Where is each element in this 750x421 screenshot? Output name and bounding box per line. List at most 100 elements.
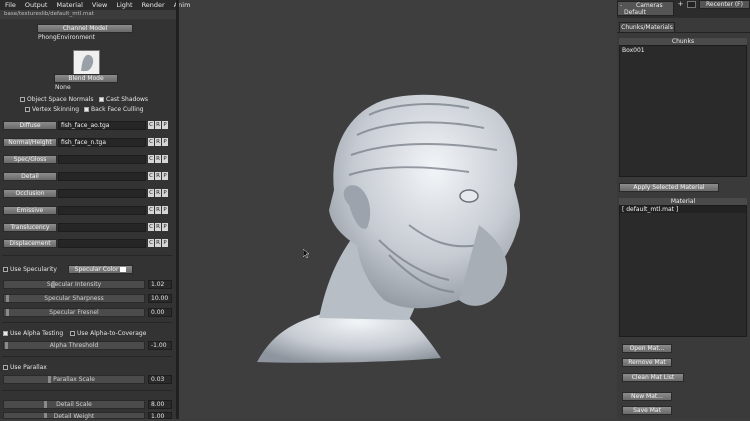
detail-texture-field[interactable] <box>58 172 146 181</box>
p-button[interactable]: P <box>162 223 168 231</box>
slider-handle[interactable] <box>48 376 51 383</box>
emissive-crp-buttons: CRP <box>148 206 168 214</box>
cast-shadows-checkbox[interactable]: Cast Shadows <box>99 96 148 103</box>
occlusion-channel-button[interactable]: Occlusion <box>3 189 57 198</box>
r-button[interactable]: R <box>155 206 161 214</box>
detail-weight-slider[interactable]: Detail Weight <box>3 412 145 420</box>
spec-gloss-channel-button[interactable]: Spec/Gloss <box>3 155 57 164</box>
displacement-channel-button[interactable]: Displacement <box>3 239 57 248</box>
p-button[interactable]: P <box>162 121 168 129</box>
tab-chunks-materials[interactable]: Chunks/Materials <box>619 22 675 32</box>
specular-sharpness-slider[interactable]: Specular Sharpness <box>3 294 145 303</box>
slider-handle[interactable] <box>6 309 9 316</box>
translucency-channel-button[interactable]: Translucency <box>3 223 57 232</box>
r-button[interactable]: R <box>155 239 161 247</box>
parallax-scale-slider[interactable]: Parallax Scale <box>3 375 145 384</box>
specular-fresnel-slider[interactable]: Specular Fresnel <box>3 308 145 317</box>
clean-mat-list-button[interactable]: Clean Mat List <box>622 373 684 382</box>
c-button[interactable]: C <box>148 138 154 146</box>
use-alpha-to-coverage-checkbox[interactable]: Use Alpha-to-Coverage <box>70 330 146 337</box>
menu-light[interactable]: Light <box>116 1 132 9</box>
r-button[interactable]: R <box>155 121 161 129</box>
menu-render[interactable]: Render <box>142 1 165 9</box>
emissive-channel-button[interactable]: Emissive <box>3 206 57 215</box>
translucency-texture-field[interactable] <box>58 223 146 232</box>
use-alpha-testing-checkbox[interactable]: Use Alpha Testing <box>3 330 63 337</box>
add-camera-icon[interactable]: + <box>676 1 685 8</box>
diffuse-texture-field[interactable]: fish_face_ao.tga <box>58 121 146 130</box>
r-button[interactable]: R <box>155 223 161 231</box>
camera-lock-icon[interactable] <box>687 1 696 8</box>
cameras-dropdown[interactable]: - Cameras Default <box>617 1 674 16</box>
menu-file[interactable]: File <box>5 1 16 9</box>
spec-gloss-texture-field[interactable] <box>58 155 146 164</box>
detail-scale-slider[interactable]: Detail Scale <box>3 400 145 409</box>
panel-scrollbar[interactable] <box>176 0 179 419</box>
channel-model-button[interactable]: Channel Model <box>37 24 133 33</box>
p-button[interactable]: P <box>162 206 168 214</box>
c-button[interactable]: C <box>148 223 154 231</box>
c-button[interactable]: C <box>148 189 154 197</box>
detail-scale-value[interactable]: 8.00 <box>148 400 172 409</box>
parallax-scale-value[interactable]: 0.03 <box>148 375 172 384</box>
displacement-texture-field[interactable] <box>58 239 146 248</box>
recenter-button[interactable]: Recenter (F) <box>699 0 750 9</box>
emissive-texture-field[interactable] <box>58 206 146 215</box>
specular-color-button[interactable]: Specular Color <box>68 265 133 274</box>
slider-handle[interactable] <box>6 295 9 302</box>
r-button[interactable]: R <box>155 189 161 197</box>
r-button[interactable]: R <box>155 172 161 180</box>
specular-intensity-value[interactable]: 1.02 <box>148 280 172 289</box>
blend-mode-button[interactable]: Blend Mode <box>54 74 118 83</box>
menu-view[interactable]: View <box>92 1 107 9</box>
menu-output[interactable]: Output <box>25 1 48 9</box>
slider-handle[interactable] <box>44 413 47 418</box>
c-button[interactable]: C <box>148 239 154 247</box>
menu-material[interactable]: Material <box>56 1 82 9</box>
detail-channel-button[interactable]: Detail <box>3 172 57 181</box>
slider-handle[interactable] <box>52 281 55 288</box>
3d-viewport[interactable] <box>179 0 617 419</box>
back-face-culling-checkbox[interactable]: Back Face Culling <box>84 106 144 113</box>
apply-selected-material-button[interactable]: Apply Selected Material <box>619 183 719 192</box>
detail-weight-value[interactable]: 1.00 <box>148 412 172 420</box>
p-button[interactable]: P <box>162 172 168 180</box>
normal-height-channel-button[interactable]: Normal/Height <box>3 138 57 147</box>
use-specularity-checkbox[interactable]: Use Specularity <box>3 266 57 273</box>
c-button[interactable]: C <box>148 155 154 163</box>
c-button[interactable]: C <box>148 206 154 214</box>
new-mat-button[interactable]: New Mat... <box>622 392 672 401</box>
material-list[interactable]: [ default_mtl.mat ] <box>619 205 747 337</box>
c-button[interactable]: C <box>148 121 154 129</box>
chunk-item[interactable]: Box001 <box>622 47 645 54</box>
p-button[interactable]: P <box>162 239 168 247</box>
remove-mat-button[interactable]: Remove Mat <box>622 358 672 367</box>
p-button[interactable]: P <box>162 138 168 146</box>
alpha-threshold-value[interactable]: -1.00 <box>148 341 172 350</box>
specular-fresnel-value[interactable]: 0.00 <box>148 308 172 317</box>
specular-fresnel-label: Specular Fresnel <box>49 309 99 316</box>
use-parallax-checkbox[interactable]: Use Parallax <box>3 364 47 371</box>
r-button[interactable]: R <box>155 155 161 163</box>
chunks-list[interactable]: Box001 <box>619 45 747 177</box>
save-mat-button[interactable]: Save Mat <box>622 406 672 415</box>
normal-height-texture-field[interactable]: fish_face_n.tga <box>58 138 146 147</box>
c-button[interactable]: C <box>148 172 154 180</box>
object-space-normals-checkbox[interactable]: Object Space Normals <box>20 96 93 103</box>
r-button[interactable]: R <box>155 138 161 146</box>
parallax-scale-label: Parallax Scale <box>53 376 95 383</box>
color-swatch <box>120 267 127 272</box>
vertex-skinning-checkbox[interactable]: Vertex Skinning <box>25 106 79 113</box>
slider-handle[interactable] <box>44 401 47 408</box>
specular-intensity-slider[interactable]: Specular Intensity <box>3 280 145 289</box>
occlusion-texture-field[interactable] <box>58 189 146 198</box>
slider-handle[interactable] <box>5 342 8 349</box>
alpha-threshold-slider[interactable]: Alpha Threshold <box>3 341 145 350</box>
material-item[interactable]: [ default_mtl.mat ] <box>620 206 746 213</box>
p-button[interactable]: P <box>162 189 168 197</box>
p-button[interactable]: P <box>162 155 168 163</box>
open-mat-button[interactable]: Open Mat... <box>622 344 672 353</box>
diffuse-channel-button[interactable]: Diffuse <box>3 121 57 130</box>
specular-sharpness-value[interactable]: 10.00 <box>148 294 172 303</box>
material-preview-thumbnail[interactable] <box>73 50 100 75</box>
